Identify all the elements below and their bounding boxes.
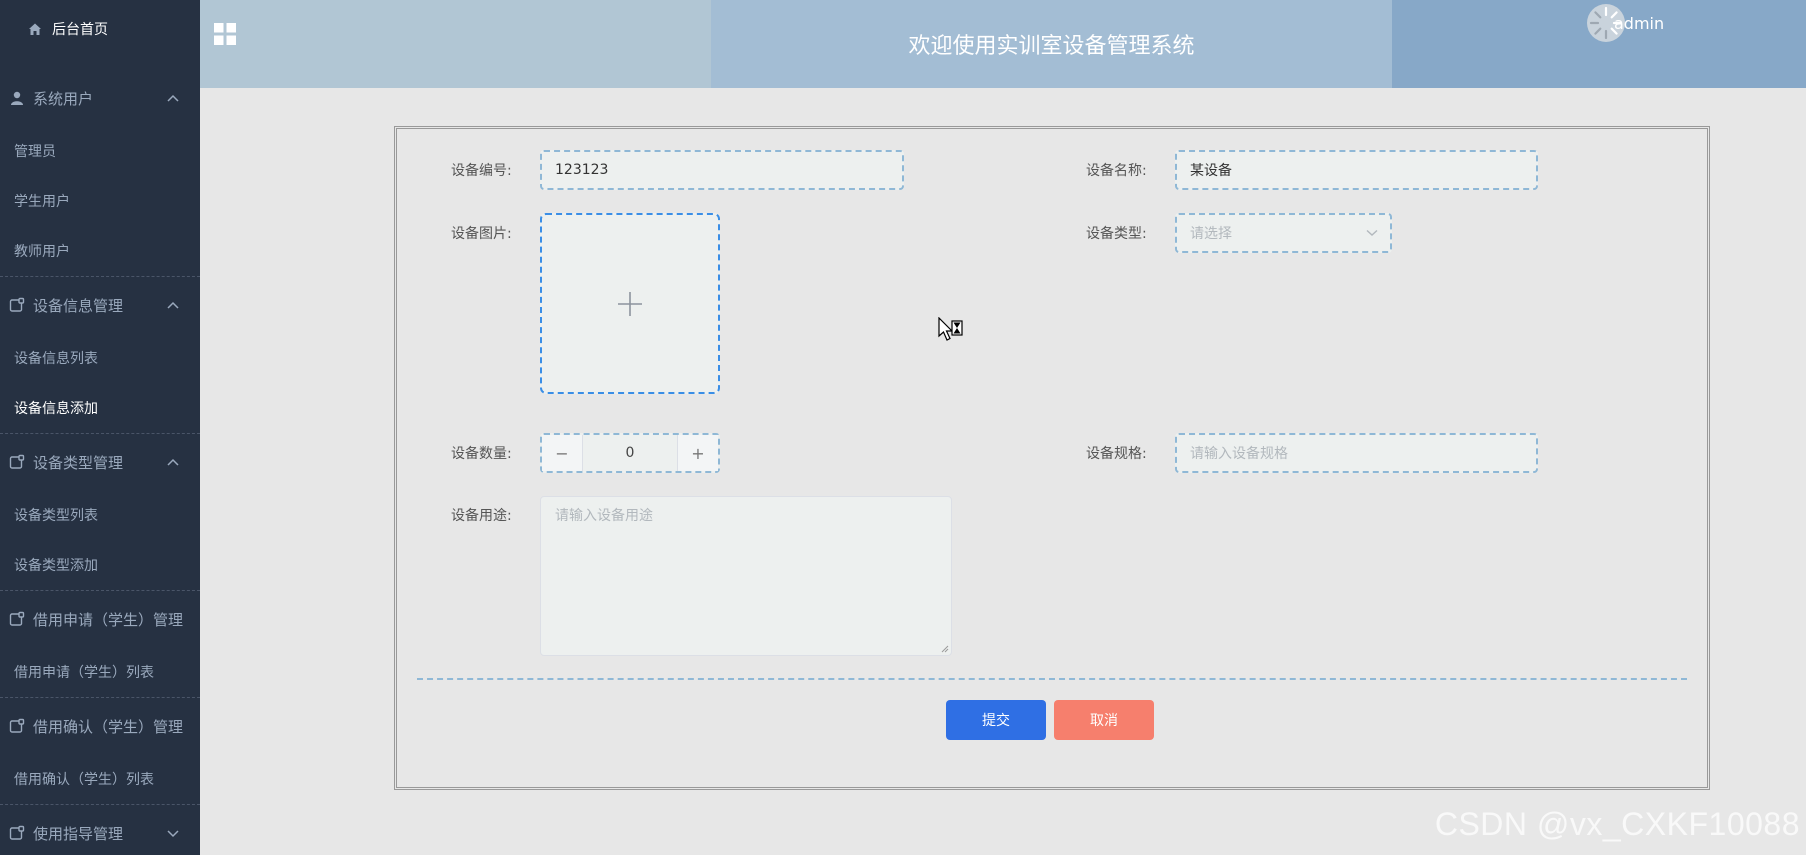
user-icon [11, 91, 23, 105]
chevron-up-icon [167, 94, 179, 102]
folder-icon [9, 454, 25, 469]
usage-textarea[interactable]: 请输入设备用途 [540, 496, 952, 656]
sidebar-item-type-list[interactable]: 设备类型列表 [0, 490, 200, 540]
busy-cursor-icon [938, 317, 963, 341]
image-label: 设备图片: [451, 226, 512, 242]
sidebar-group-label: 使用指导管理 [33, 824, 124, 843]
spec-label: 设备规格: [1086, 446, 1147, 462]
sidebar-group-equipment-info[interactable]: 设备信息管理 [0, 277, 200, 333]
username[interactable]: admin [1614, 14, 1664, 33]
code-input[interactable]: 123123 [540, 150, 904, 190]
sidebar-group-label: 系统用户 [33, 89, 94, 108]
plus-icon [618, 291, 642, 316]
quantity-stepper: − 0 + [540, 433, 720, 473]
name-label: 设备名称: [1086, 163, 1147, 179]
home-icon [29, 23, 41, 35]
cancel-button[interactable]: 取消 [1054, 700, 1154, 740]
header-right: admin [1392, 0, 1806, 88]
header-left [200, 0, 711, 88]
decrement-button[interactable]: − [542, 435, 582, 471]
folder-icon [9, 825, 25, 840]
sidebar-group-label: 设备类型管理 [33, 453, 124, 472]
sidebar-group-system-users[interactable]: 系统用户 [0, 70, 200, 126]
sidebar-group-equipment-type[interactable]: 设备类型管理 [0, 434, 200, 490]
sidebar-item-equipment-list[interactable]: 设备信息列表 [0, 333, 200, 383]
chevron-down-icon [1366, 229, 1378, 236]
sidebar-item-borrow-request-list[interactable]: 借用申请（学生）列表 [0, 647, 200, 697]
image-upload[interactable] [540, 213, 720, 394]
header: 欢迎使用实训室设备管理系统 admin [200, 0, 1806, 88]
chevron-down-icon [167, 830, 179, 838]
resize-handle-icon[interactable] [941, 645, 949, 653]
sidebar-group-label: 借用申请（学生）管理 [33, 610, 184, 629]
qty-label: 设备数量: [451, 446, 512, 462]
sidebar-item-student-users[interactable]: 学生用户 [0, 176, 200, 226]
sidebar-group-borrow-confirm[interactable]: 借用确认（学生）管理 [0, 698, 200, 754]
code-label: 设备编号: [451, 163, 512, 179]
chevron-up-icon [167, 301, 179, 309]
sidebar-group-usage-guide[interactable]: 使用指导管理 [0, 805, 200, 855]
sidebar-item-type-add[interactable]: 设备类型添加 [0, 540, 200, 590]
form-divider [417, 678, 1687, 680]
folder-icon [9, 611, 25, 626]
watermark: CSDN @vx_CXKF10088 [1434, 806, 1800, 842]
sidebar-group-borrow-request[interactable]: 借用申请（学生）管理 [0, 591, 200, 647]
sidebar-group-label: 设备信息管理 [33, 296, 124, 315]
sidebar-item-equipment-add[interactable]: 设备信息添加 [0, 383, 200, 433]
sidebar-item-admin[interactable]: 管理员 [0, 126, 200, 176]
type-select-placeholder: 请选择 [1190, 226, 1232, 242]
folder-icon [9, 718, 25, 733]
type-select[interactable]: 请选择 [1175, 213, 1392, 253]
chevron-up-icon [167, 458, 179, 466]
sidebar-home-label: 后台首页 [52, 22, 108, 38]
sidebar-group-label: 借用确认（学生）管理 [33, 717, 184, 736]
grid-menu-icon[interactable] [213, 22, 237, 46]
equipment-form: 设备编号: 123123 设备名称: 某设备 设备图片: 设备类型: 请选择 设… [394, 126, 1710, 790]
submit-button[interactable]: 提交 [946, 700, 1046, 740]
sidebar-home[interactable]: 后台首页 [0, 0, 200, 58]
usage-placeholder: 请输入设备用途 [555, 508, 653, 524]
spec-input[interactable]: 请输入设备规格 [1175, 433, 1538, 473]
usage-label: 设备用途: [451, 508, 512, 524]
page-title: 欢迎使用实训室设备管理系统 [711, 0, 1392, 88]
sidebar-item-teacher-users[interactable]: 教师用户 [0, 226, 200, 276]
sidebar-item-borrow-confirm-list[interactable]: 借用确认（学生）列表 [0, 754, 200, 804]
name-input[interactable]: 某设备 [1175, 150, 1538, 190]
increment-button[interactable]: + [678, 435, 718, 471]
type-label: 设备类型: [1086, 226, 1147, 242]
sidebar: 后台首页 系统用户 管理员 学生用户 教师用户 设备信息管理 设备信息列表 设备… [0, 0, 200, 855]
folder-icon [9, 297, 25, 312]
quantity-value[interactable]: 0 [582, 435, 678, 471]
